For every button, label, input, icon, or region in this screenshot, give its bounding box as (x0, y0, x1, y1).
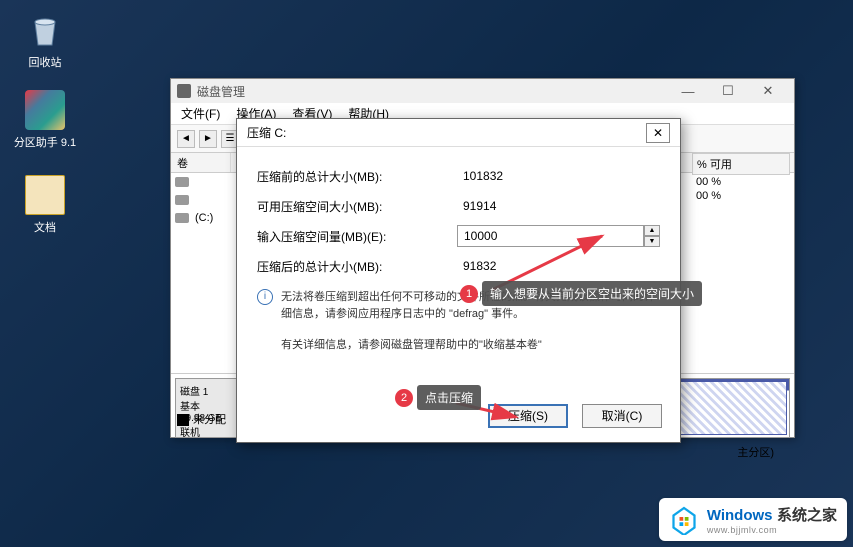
desktop-icon-recycle-bin[interactable]: 回收站 (10, 10, 80, 70)
watermark-logo-icon (669, 505, 699, 535)
spinner: ▲ ▼ (644, 225, 660, 247)
row-total-before: 压缩前的总计大小(MB): 101832 (257, 161, 660, 191)
spinner-up-button[interactable]: ▲ (644, 225, 660, 236)
label-total-after: 压缩后的总计大小(MB): (257, 258, 457, 275)
percent-free-value: 00 % (692, 189, 790, 203)
folder-icon (25, 175, 65, 215)
spinner-down-button[interactable]: ▼ (644, 236, 660, 247)
dialog-close-button[interactable]: ✕ (646, 123, 670, 143)
row-available: 可用压缩空间大小(MB): 91914 (257, 191, 660, 221)
window-titlebar[interactable]: 磁盘管理 — ☐ ✕ (171, 79, 794, 103)
desktop-icon-documents[interactable]: 文档 (10, 175, 80, 235)
window-title: 磁盘管理 (197, 83, 245, 100)
watermark-brand2: 系统之家 (777, 507, 837, 524)
volume-label: (C:) (195, 212, 213, 224)
volume-icon (175, 195, 189, 205)
desktop-icon-label: 分区助手 9.1 (10, 134, 80, 150)
value-available: 91914 (457, 197, 660, 215)
nav-forward-button[interactable]: ► (199, 130, 217, 148)
watermark-text: Windows 系统之家 www.bjjmlv.com (707, 504, 837, 535)
partition-type-label: 主分区) (737, 444, 774, 460)
annotation-text-2: 点击压缩 (417, 385, 481, 410)
dialog-titlebar[interactable]: 压缩 C: ✕ (237, 119, 680, 147)
label-available: 可用压缩空间大小(MB): (257, 198, 457, 215)
minimize-button[interactable]: — (668, 84, 708, 99)
annotation-step-2: 2 点击压缩 (395, 385, 481, 410)
close-button[interactable]: ✕ (748, 83, 788, 99)
partition-assistant-icon (25, 90, 65, 130)
legend-unallocated: 未分配 (177, 411, 226, 427)
swatch-unallocated-icon (177, 414, 189, 426)
desktop-icon-label: 文档 (10, 219, 80, 235)
detail-text: 有关详细信息，请参阅磁盘管理帮助中的"收缩基本卷" (281, 336, 660, 352)
value-total-before: 101832 (457, 167, 660, 185)
desktop-icon-label: 回收站 (10, 54, 80, 70)
percent-free-column: % 可用 00 % 00 % (692, 153, 790, 203)
col-volume[interactable]: 卷 (171, 153, 231, 172)
menu-file[interactable]: 文件(F) (175, 103, 226, 124)
watermark-url: www.bjjmlv.com (707, 525, 837, 535)
annotation-badge-1: 1 (460, 285, 478, 303)
label-total-before: 压缩前的总计大小(MB): (257, 168, 457, 185)
watermark-brand: Windows (707, 507, 773, 524)
cancel-button[interactable]: 取消(C) (582, 404, 662, 428)
volume-icon (175, 213, 189, 223)
percent-free-value: 00 % (692, 175, 790, 189)
annotation-step-1: 1 输入想要从当前分区空出来的空间大小 (460, 281, 702, 306)
desktop-icon-partition-assistant[interactable]: 分区助手 9.1 (10, 90, 80, 150)
info-icon: i (257, 289, 273, 305)
watermark: Windows 系统之家 www.bjjmlv.com (659, 498, 847, 541)
col-header-percent-free[interactable]: % 可用 (692, 153, 790, 175)
annotation-text-1: 输入想要从当前分区空出来的空间大小 (482, 281, 702, 306)
recycle-bin-icon (25, 10, 65, 50)
annotation-badge-2: 2 (395, 389, 413, 407)
maximize-button[interactable]: ☐ (708, 83, 748, 99)
app-icon (177, 84, 191, 98)
volume-icon (175, 177, 189, 187)
label-shrink-amount: 输入压缩空间量(MB)(E): (257, 228, 457, 245)
dialog-title: 压缩 C: (247, 124, 286, 141)
nav-back-button[interactable]: ◄ (177, 130, 195, 148)
